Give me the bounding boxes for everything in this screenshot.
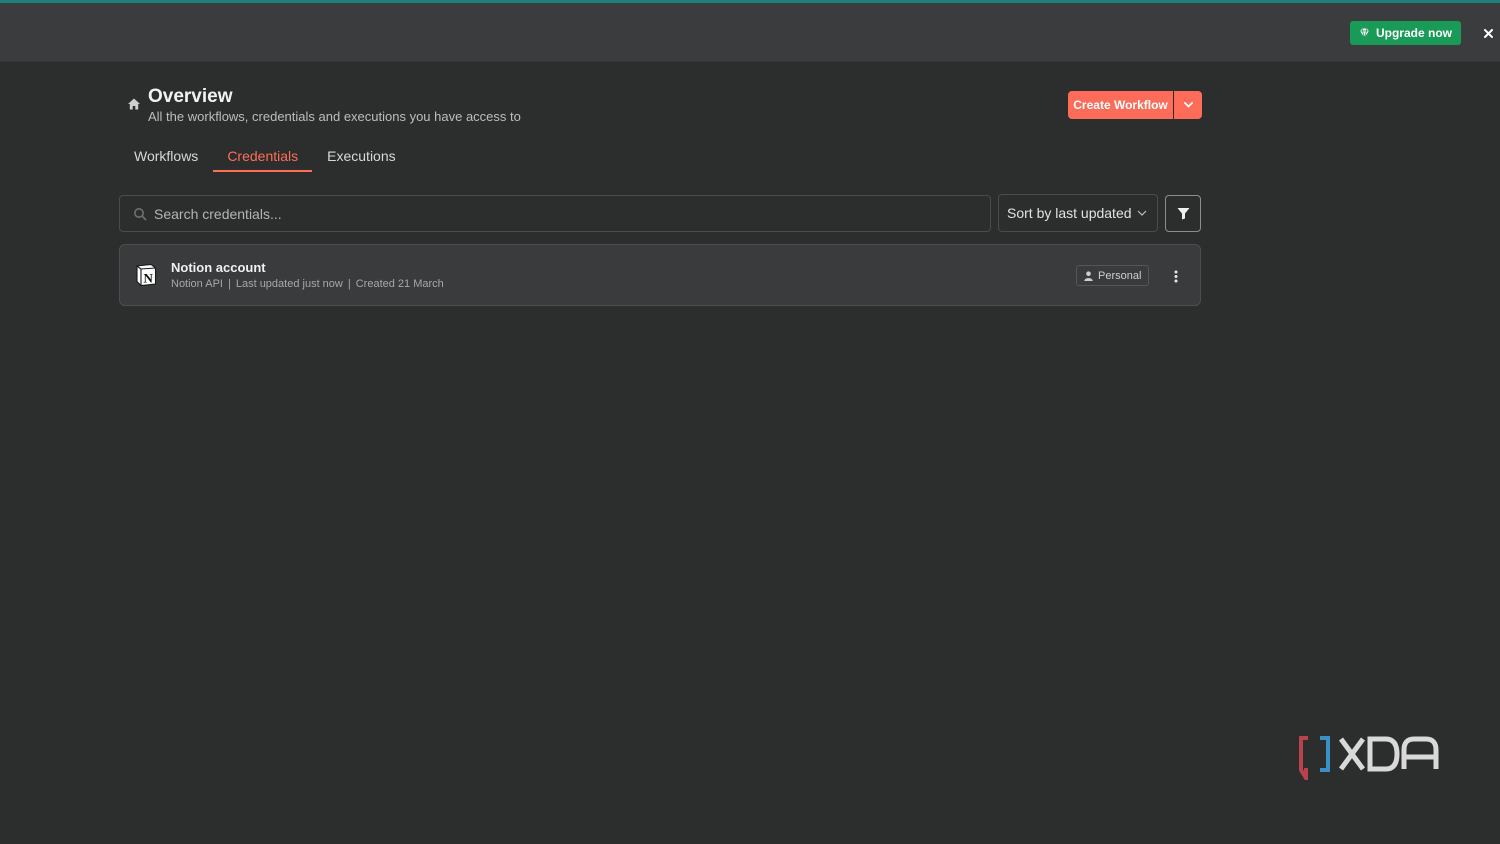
upgrade-label: Upgrade now: [1375, 26, 1452, 40]
sort-selected-value: Sort by last updated: [1007, 205, 1132, 221]
search-box: [119, 195, 991, 232]
sort-select[interactable]: Sort by last updated: [998, 194, 1158, 232]
gem-icon: [1359, 28, 1369, 38]
close-banner-button[interactable]: [1478, 23, 1498, 43]
overview-tabs: Workflows Credentials Executions: [120, 141, 411, 172]
credential-updated: Last updated just now: [235, 278, 343, 290]
credential-card[interactable]: N Notion account Notion API | Last updated…: [119, 244, 1201, 306]
filter-button[interactable]: [1165, 195, 1201, 232]
svg-text:N: N: [144, 271, 154, 286]
close-icon: [1483, 28, 1493, 38]
more-vertical-icon: [1174, 270, 1178, 282]
user-icon: [1084, 270, 1093, 281]
tab-credentials[interactable]: Credentials: [213, 141, 313, 172]
upgrade-banner: Upgrade now: [0, 3, 1500, 62]
owner-badge: Personal: [1076, 265, 1150, 286]
search-icon: [134, 207, 147, 220]
filter-icon: [1177, 208, 1189, 220]
search-credentials-input[interactable]: [154, 205, 974, 222]
chevron-down-icon: [1183, 102, 1193, 108]
page-title: Overview: [148, 86, 233, 107]
create-workflow-group: Create Workflow: [1068, 91, 1202, 119]
chevron-down-icon: [1137, 210, 1147, 216]
create-workflow-button[interactable]: Create Workflow: [1068, 91, 1173, 119]
page-subtitle: All the workflows, credentials and execu…: [148, 109, 521, 124]
tab-executions[interactable]: Executions: [313, 141, 409, 172]
xda-logo: [1299, 736, 1439, 780]
credential-meta: Notion API | Last updated just now | Created…: [171, 278, 444, 290]
credential-created: Created 21 March: [355, 278, 444, 290]
owner-badge-label: Personal: [1098, 269, 1142, 282]
credential-type: Notion API: [171, 278, 223, 290]
notion-icon: N: [136, 263, 157, 287]
credential-name: Notion account: [171, 260, 266, 275]
upgrade-button[interactable]: Upgrade now: [1350, 21, 1461, 45]
home-icon: [128, 98, 140, 110]
create-options-button[interactable]: [1174, 91, 1202, 119]
tab-workflows[interactable]: Workflows: [120, 141, 212, 172]
credential-actions-button[interactable]: [1168, 265, 1184, 287]
